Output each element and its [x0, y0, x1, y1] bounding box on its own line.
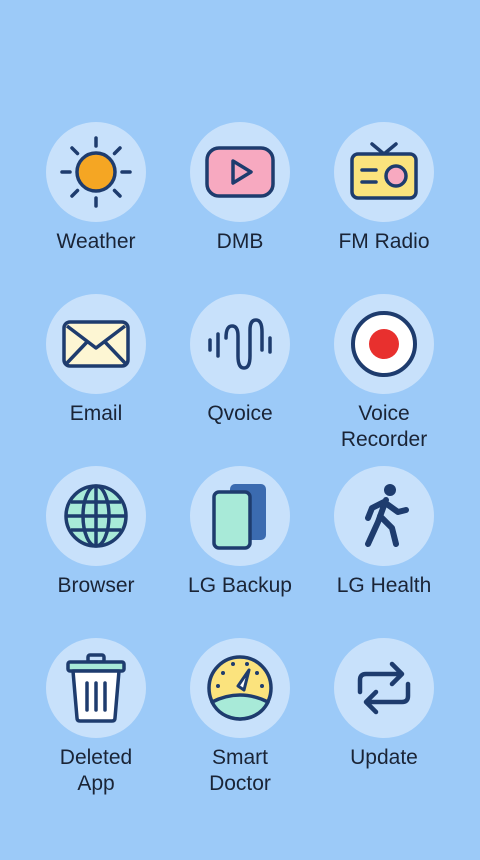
- fm-radio-app[interactable]: FM Radio: [312, 122, 456, 255]
- smart-doctor-icon-container: [190, 638, 290, 738]
- update-label: Update: [350, 746, 418, 769]
- sound-wave-icon: [208, 318, 272, 370]
- lg-backup-app[interactable]: LG Backup: [168, 466, 312, 599]
- lg-backup-label: LG Backup: [188, 574, 292, 597]
- fm-radio-icon-container: [334, 122, 434, 222]
- browser-label: Browser: [57, 574, 135, 597]
- backup-cards-icon: [212, 484, 266, 550]
- voice-recorder-label: Voice Recorder: [340, 402, 428, 451]
- browser-icon-container: [46, 466, 146, 566]
- fm-radio-label: FM Radio: [338, 230, 430, 253]
- speed-gauge-icon: [207, 655, 273, 721]
- weather-app[interactable]: Weather: [24, 122, 168, 255]
- globe-icon: [64, 484, 128, 548]
- qvoice-label: Qvoice: [207, 402, 273, 425]
- weather-icon-container: [46, 122, 146, 222]
- weather-label: Weather: [56, 230, 136, 253]
- play-tv-icon: [205, 146, 275, 198]
- deleted-app-label: Deleted App: [59, 746, 133, 795]
- qvoice-icon-container: [190, 294, 290, 394]
- smart-doctor-label: Smart Doctor: [209, 746, 271, 795]
- browser-app[interactable]: Browser: [24, 466, 168, 599]
- lg-health-label: LG Health: [336, 574, 432, 597]
- trash-bin-icon: [66, 653, 126, 723]
- dmb-label: DMB: [216, 230, 264, 253]
- email-app[interactable]: Email: [24, 294, 168, 427]
- email-icon-container: [46, 294, 146, 394]
- qvoice-app[interactable]: Qvoice: [168, 294, 312, 427]
- deleted-app-app[interactable]: Deleted App: [24, 638, 168, 797]
- deleted-app-icon-container: [46, 638, 146, 738]
- weather-sun-icon: [60, 136, 132, 208]
- lg-health-icon-container: [334, 466, 434, 566]
- lg-health-app[interactable]: LG Health: [312, 466, 456, 599]
- smart-doctor-app[interactable]: Smart Doctor: [168, 638, 312, 797]
- voice-recorder-icon-container: [334, 294, 434, 394]
- radio-icon: [350, 142, 418, 200]
- update-app[interactable]: Update: [312, 638, 456, 771]
- dmb-app[interactable]: DMB: [168, 122, 312, 255]
- record-button-icon: [351, 311, 417, 377]
- walking-person-icon: [365, 484, 409, 547]
- envelope-icon: [62, 320, 130, 368]
- update-icon-container: [334, 638, 434, 738]
- lg-backup-icon-container: [190, 466, 290, 566]
- refresh-arrows-icon: [357, 661, 411, 715]
- dmb-icon-container: [190, 122, 290, 222]
- email-label: Email: [69, 402, 123, 425]
- voice-recorder-app[interactable]: Voice Recorder: [312, 294, 456, 453]
